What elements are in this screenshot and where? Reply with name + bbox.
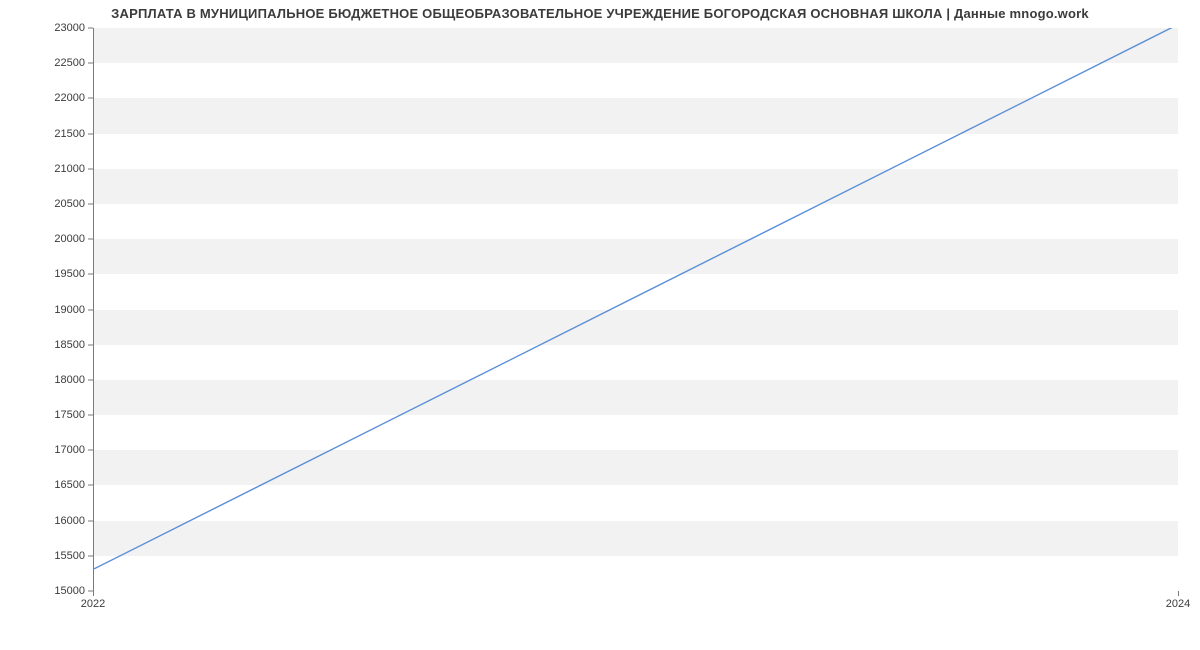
y-tick-mark bbox=[88, 239, 93, 240]
y-tick-label: 18000 bbox=[25, 374, 85, 386]
y-tick-mark bbox=[88, 379, 93, 380]
y-tick-mark bbox=[88, 133, 93, 134]
plot-area bbox=[93, 28, 1178, 591]
x-tick-mark bbox=[93, 591, 94, 596]
y-tick-mark bbox=[88, 309, 93, 310]
y-tick-mark bbox=[88, 485, 93, 486]
y-tick-label: 16500 bbox=[25, 479, 85, 491]
y-tick-label: 19000 bbox=[25, 304, 85, 316]
y-tick-label: 22000 bbox=[25, 92, 85, 104]
y-tick-label: 20000 bbox=[25, 233, 85, 245]
y-tick-mark bbox=[88, 555, 93, 556]
y-tick-label: 17000 bbox=[25, 444, 85, 456]
y-tick-mark bbox=[88, 274, 93, 275]
x-tick-mark bbox=[1178, 591, 1179, 596]
y-tick-label: 23000 bbox=[25, 22, 85, 34]
line-layer bbox=[94, 28, 1178, 590]
y-tick-mark bbox=[88, 344, 93, 345]
y-tick-mark bbox=[88, 203, 93, 204]
y-tick-label: 22500 bbox=[25, 57, 85, 69]
chart-title: ЗАРПЛАТА В МУНИЦИПАЛЬНОЕ БЮДЖЕТНОЕ ОБЩЕО… bbox=[0, 6, 1200, 21]
y-tick-mark bbox=[88, 415, 93, 416]
y-tick-mark bbox=[88, 63, 93, 64]
y-tick-label: 15500 bbox=[25, 550, 85, 562]
y-tick-mark bbox=[88, 98, 93, 99]
y-tick-mark bbox=[88, 520, 93, 521]
y-tick-label: 20500 bbox=[25, 198, 85, 210]
y-tick-label: 16000 bbox=[25, 515, 85, 527]
x-tick-label: 2024 bbox=[1166, 598, 1190, 610]
y-tick-label: 15000 bbox=[25, 585, 85, 597]
y-tick-label: 18500 bbox=[25, 339, 85, 351]
chart-container: ЗАРПЛАТА В МУНИЦИПАЛЬНОЕ БЮДЖЕТНОЕ ОБЩЕО… bbox=[0, 0, 1200, 650]
y-tick-label: 19500 bbox=[25, 268, 85, 280]
x-tick-label: 2022 bbox=[81, 598, 105, 610]
y-tick-label: 17500 bbox=[25, 409, 85, 421]
y-tick-label: 21500 bbox=[25, 128, 85, 140]
y-tick-mark bbox=[88, 168, 93, 169]
data-line bbox=[94, 28, 1178, 569]
y-tick-mark bbox=[88, 28, 93, 29]
y-tick-mark bbox=[88, 450, 93, 451]
y-tick-label: 21000 bbox=[25, 163, 85, 175]
